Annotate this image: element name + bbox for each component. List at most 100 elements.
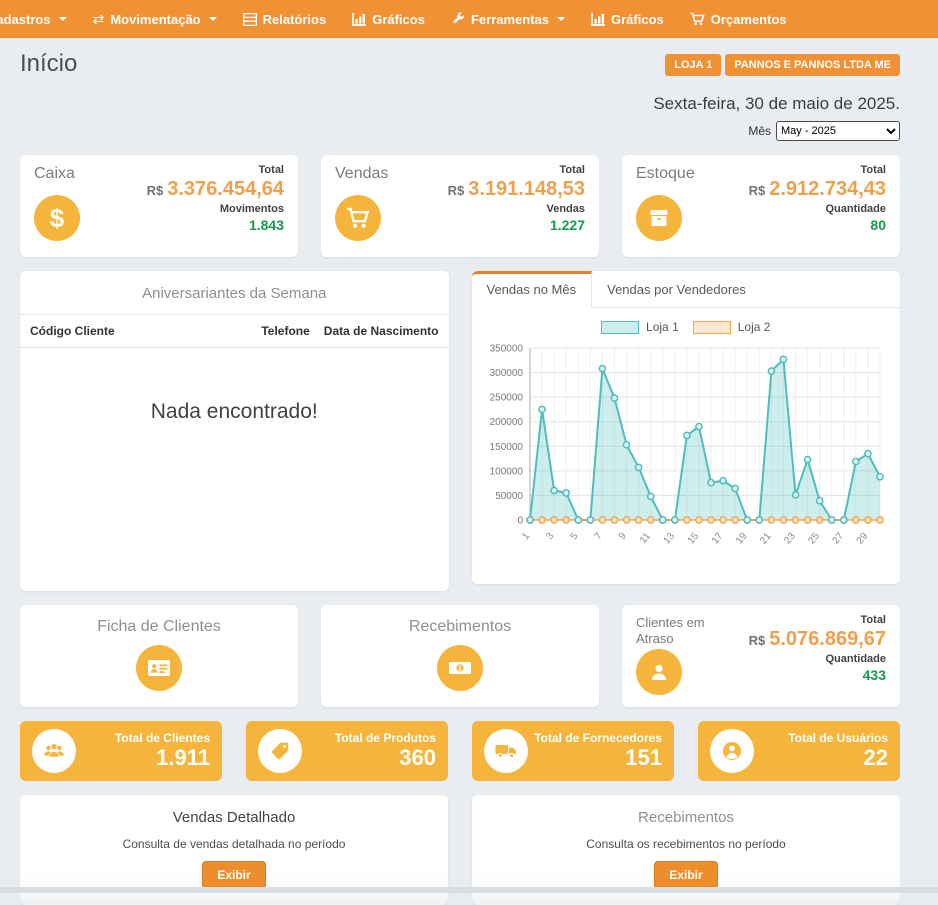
nav-item-ferramentas[interactable]: Ferramentas <box>438 0 578 38</box>
svg-text:5: 5 <box>568 531 580 543</box>
ficha-de-clientes-card[interactable]: Ficha de Clientes <box>20 605 298 707</box>
nav-item-relatorios[interactable]: Relatórios <box>230 0 340 38</box>
birthdays-card: Aniversariantes da Semana Código Cliente… <box>20 271 449 591</box>
exibir-button[interactable]: Exibir <box>654 861 717 889</box>
stat-value: 360 <box>302 745 436 770</box>
wrench-icon <box>451 12 465 26</box>
nav-item-cadastros[interactable]: Cadastros <box>0 0 80 38</box>
count-value: 1.227 <box>448 217 585 233</box>
chevron-down-icon <box>209 17 217 21</box>
total-label: Total <box>749 614 886 626</box>
svg-text:13: 13 <box>661 531 677 547</box>
bar-chart-icon <box>352 13 366 26</box>
svg-text:1: 1 <box>520 531 532 543</box>
count-label: Quantidade <box>749 653 886 665</box>
nav-label: Relatórios <box>263 12 327 27</box>
legend-swatch-loja1 <box>601 321 639 334</box>
current-date: Sexta-feira, 30 de maio de 2025. <box>20 94 900 114</box>
company-badge: PANNOS E PANNOS LTDA ME <box>725 54 900 76</box>
nav-label: Ferramentas <box>471 12 549 27</box>
user-icon <box>636 649 682 695</box>
stat-value: 22 <box>754 745 888 770</box>
total-label: Total <box>749 164 886 176</box>
report-title: Recebimentos <box>472 809 900 826</box>
tab-vendas-no-mes[interactable]: Vendas no Mês <box>472 271 593 308</box>
svg-text:9: 9 <box>616 531 628 543</box>
svg-text:19: 19 <box>733 531 749 547</box>
total-fornecedores-card: Total de Fornecedores 151 <box>472 721 674 781</box>
stat-label: Total de Produtos <box>302 731 436 745</box>
exchange-icon: ⇄ <box>93 12 105 26</box>
svg-text:350000: 350000 <box>489 344 523 355</box>
truck-icon <box>484 729 528 773</box>
recebimentos-card[interactable]: Recebimentos 1 <box>321 605 599 707</box>
report-title: Vendas Detalhado <box>20 809 448 826</box>
stat-label: Total de Fornecedores <box>528 731 662 745</box>
total-label: Total <box>147 164 284 176</box>
count-value: 1.843 <box>147 217 284 233</box>
legend-swatch-loja2 <box>693 321 731 334</box>
bar-chart-icon <box>591 13 605 26</box>
svg-text:25: 25 <box>806 531 822 547</box>
card-title: Clientes em Atraso <box>636 615 728 648</box>
column-header: Data de Nascimento <box>324 324 439 338</box>
estoque-card: Estoque Total R$2.912.734,43 Quantidade … <box>622 155 900 257</box>
nav-label: Gráficos <box>611 12 664 27</box>
total-produtos-card: Total de Produtos 360 <box>246 721 448 781</box>
tag-icon <box>258 729 302 773</box>
nav-item-orcamentos[interactable]: Orçamentos <box>677 0 800 38</box>
money-bill-icon: 1 <box>437 645 483 691</box>
vendas-card: Vendas Total R$3.191.148,53 Vendas 1.227 <box>321 155 599 257</box>
page-header: Início LOJA 1 PANNOS E PANNOS LTDA ME <box>20 46 900 78</box>
svg-text:0: 0 <box>517 516 523 527</box>
nav-label: Cadastros <box>0 12 51 27</box>
nav-item-graficos-1[interactable]: Gráficos <box>339 0 438 38</box>
report-description: Consulta os recebimentos no período <box>472 837 900 851</box>
nav-item-graficos-2[interactable]: Gráficos <box>578 0 677 38</box>
total-value: R$5.076.869,67 <box>749 628 886 651</box>
birthdays-title: Aniversariantes da Semana <box>20 271 449 315</box>
page-title: Início <box>20 50 77 78</box>
count-value: 433 <box>749 667 886 683</box>
svg-text:15: 15 <box>685 531 701 547</box>
total-value: R$2.912.734,43 <box>749 178 886 201</box>
count-label: Quantidade <box>749 203 886 215</box>
column-header: Telefone <box>261 324 309 338</box>
total-label: Total <box>448 164 585 176</box>
svg-text:100000: 100000 <box>489 466 523 477</box>
user-circle-icon <box>710 729 754 773</box>
legend-item: Loja 2 <box>693 320 771 334</box>
svg-text:200000: 200000 <box>489 417 523 428</box>
month-select[interactable]: May - 2025 <box>776 121 900 141</box>
month-select-label: Mês <box>748 124 771 138</box>
report-description: Consulta de vendas detalhada no período <box>20 837 448 851</box>
svg-text:250000: 250000 <box>489 393 523 404</box>
stat-value: 1.911 <box>76 745 210 770</box>
card-title: Ficha de Clientes <box>20 618 298 636</box>
caixa-card: Caixa $ Total R$3.376.454,64 Movimentos … <box>20 155 298 257</box>
top-navbar: Cadastros ⇄ Movimentação Relatórios Gráf… <box>0 0 938 38</box>
chevron-down-icon <box>557 17 565 21</box>
exibir-button[interactable]: Exibir <box>202 861 265 889</box>
chart-legend: Loja 1 Loja 2 <box>478 320 895 334</box>
total-value: R$3.191.148,53 <box>448 178 585 201</box>
stat-value: 151 <box>528 745 662 770</box>
legend-label: Loja 1 <box>646 320 679 334</box>
store-badges: LOJA 1 PANNOS E PANNOS LTDA ME <box>665 54 900 76</box>
legend-item: Loja 1 <box>601 320 679 334</box>
total-clientes-card: Total de Clientes 1.911 <box>20 721 222 781</box>
svg-text:29: 29 <box>854 531 870 547</box>
clientes-em-atraso-card: Clientes em Atraso Total R$5.076.869,67 … <box>622 605 900 707</box>
svg-text:23: 23 <box>782 531 798 547</box>
sales-chart-card: Vendas no Mês Vendas por Vendedores Loja… <box>472 271 901 584</box>
nav-item-movimentacao[interactable]: ⇄ Movimentação <box>80 0 230 38</box>
total-value: R$3.376.454,64 <box>147 178 284 201</box>
cart-icon <box>690 12 705 26</box>
dollar-icon: $ <box>34 195 80 241</box>
svg-text:150000: 150000 <box>489 442 523 453</box>
svg-text:300000: 300000 <box>489 368 523 379</box>
tab-vendas-por-vendedores[interactable]: Vendas por Vendedores <box>592 271 761 307</box>
empty-message: Nada encontrado! <box>20 400 449 424</box>
chart-tabs: Vendas no Mês Vendas por Vendedores <box>472 271 901 308</box>
svg-text:27: 27 <box>830 531 846 547</box>
